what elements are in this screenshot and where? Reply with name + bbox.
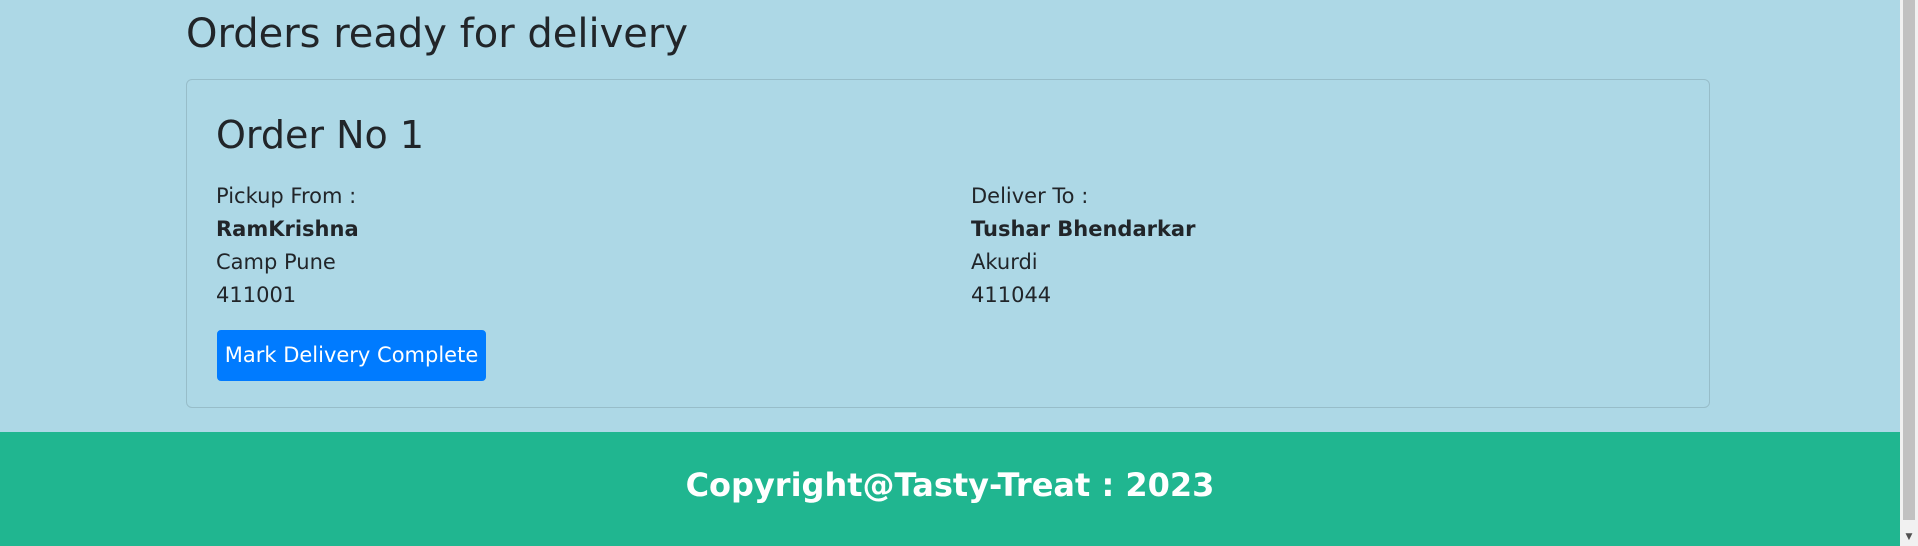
pickup-address: Camp Pune xyxy=(216,250,336,274)
pickup-section: Pickup From : RamKrishna Camp Pune 41100… xyxy=(216,180,359,312)
footer: Copyright@Tasty-Treat : 2023 xyxy=(0,432,1900,546)
delivery-label: Deliver To : xyxy=(971,184,1089,208)
pickup-label: Pickup From : xyxy=(216,184,357,208)
delivery-section: Deliver To : Tushar Bhendarkar Akurdi 41… xyxy=(971,180,1195,312)
page: Orders ready for delivery Order No 1 Pic… xyxy=(0,0,1900,546)
order-card: Order No 1 Pickup From : RamKrishna Camp… xyxy=(186,79,1710,408)
delivery-name: Tushar Bhendarkar xyxy=(971,217,1196,241)
scroll-down-arrow-icon[interactable]: ▼ xyxy=(1900,528,1918,546)
vertical-scrollbar[interactable]: ▼ xyxy=(1900,0,1918,546)
main-content: Orders ready for delivery Order No 1 Pic… xyxy=(0,0,1900,432)
page-title: Orders ready for delivery xyxy=(186,11,689,57)
delivery-pincode: 411044 xyxy=(971,283,1052,307)
scrollbar-thumb[interactable] xyxy=(1903,0,1915,520)
pickup-name: RamKrishna xyxy=(216,217,359,241)
footer-copyright: Copyright@Tasty-Treat : 2023 xyxy=(685,466,1215,504)
pickup-pincode: 411001 xyxy=(216,283,297,307)
mark-delivery-complete-button[interactable]: Mark Delivery Complete xyxy=(217,330,486,381)
order-title: Order No 1 xyxy=(216,113,424,157)
delivery-address: Akurdi xyxy=(971,250,1038,274)
